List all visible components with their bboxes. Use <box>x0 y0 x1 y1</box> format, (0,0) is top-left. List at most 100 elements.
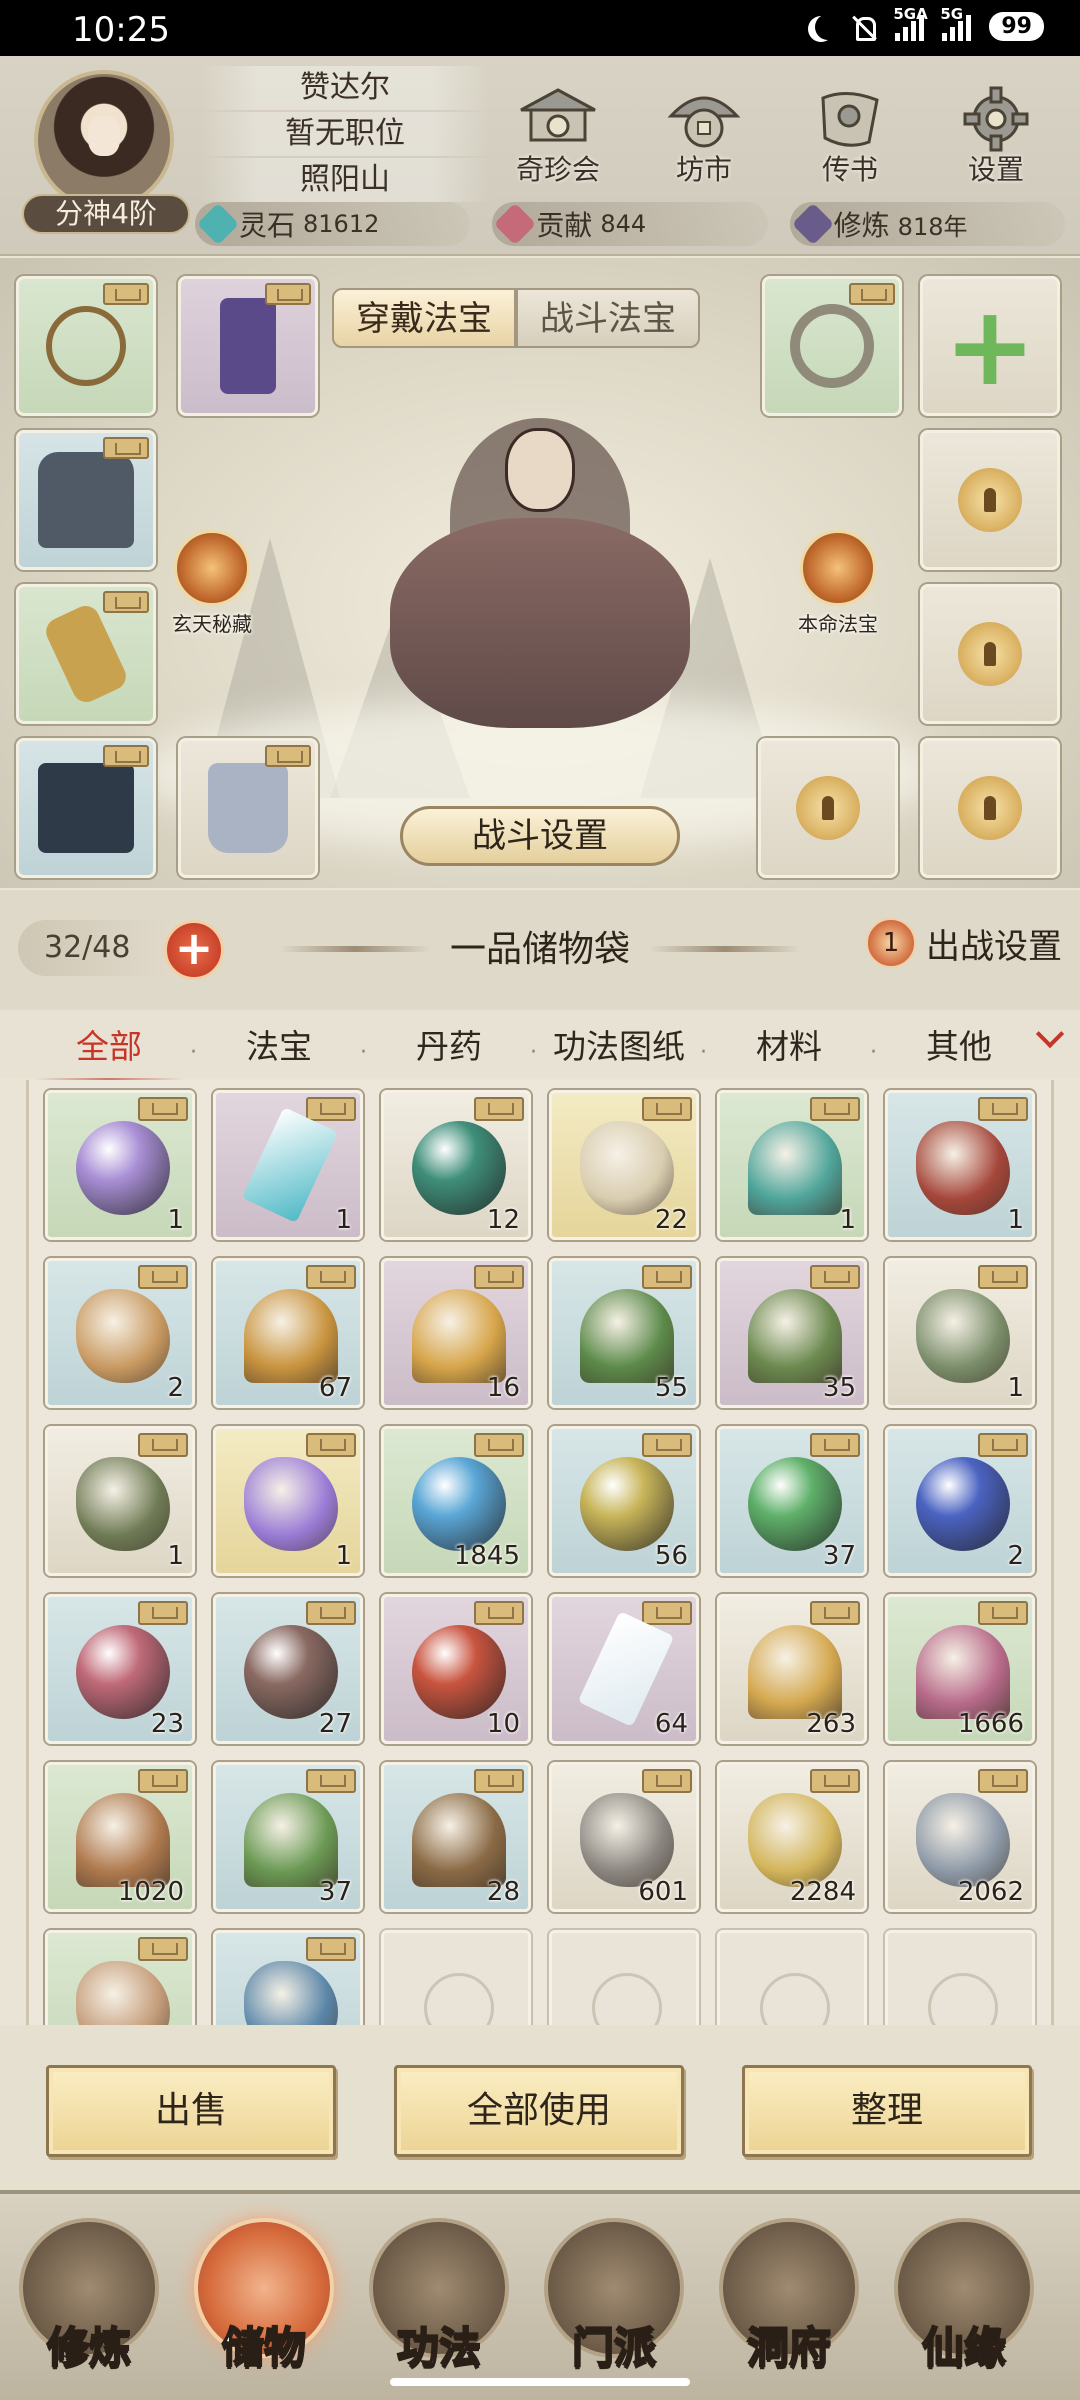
fire-orb-icon <box>412 1625 506 1719</box>
inventory-item[interactable]: 16 <box>381 1258 531 1408</box>
pink-orb-icon <box>76 1625 170 1719</box>
sortie-settings-button[interactable]: 1 出战设置 <box>866 918 1062 968</box>
equip-slot-gloves[interactable] <box>16 584 156 724</box>
inventory-item[interactable]: 1 <box>885 1090 1035 1240</box>
tab-battle-treasures[interactable]: 战斗法宝 <box>516 288 700 348</box>
use-all-button[interactable]: 全部使用 <box>394 2065 684 2157</box>
mail-button[interactable]: 传书 <box>790 84 910 188</box>
item-chest-tag-icon <box>642 1433 692 1457</box>
equip-slot-boots[interactable] <box>178 738 318 878</box>
empty-slot[interactable] <box>381 1930 531 2025</box>
nav-cave-abode[interactable]: 洞府 <box>714 2218 864 2388</box>
sell-button[interactable]: 出售 <box>46 2065 336 2157</box>
inventory-item[interactable]: 1666 <box>885 1594 1035 1744</box>
nav-cultivate[interactable]: 修炼 <box>14 2218 164 2388</box>
inventory-item[interactable]: 67 <box>213 1258 363 1408</box>
inventory-item[interactable] <box>213 1930 363 2025</box>
tab-other[interactable]: 其他 <box>874 1020 1044 1068</box>
avatar[interactable] <box>34 70 174 210</box>
sparkling-herb-icon <box>748 1289 842 1383</box>
empty-slot[interactable] <box>885 1930 1035 2025</box>
inventory-item[interactable]: 1 <box>885 1258 1035 1408</box>
tab-worn-treasures[interactable]: 穿戴法宝 <box>332 288 516 348</box>
inventory-item[interactable]: 2062 <box>885 1762 1035 1912</box>
equip-slot-armor[interactable] <box>16 430 156 570</box>
glowing-grass-icon <box>412 1289 506 1383</box>
item-quantity: 64 <box>654 1709 688 1739</box>
item-quantity: 10 <box>486 1709 520 1739</box>
inventory-item[interactable]: 263 <box>717 1594 867 1744</box>
category-tabs: 全部 · 法宝 · 丹药 · 功法图纸 · 材料 · 其他 <box>0 1010 1080 1086</box>
expand-bag-button[interactable]: + <box>164 920 224 980</box>
equip-slot-pants[interactable] <box>16 738 156 878</box>
inventory-item[interactable]: 37 <box>213 1762 363 1912</box>
contribution-resource[interactable]: 贡献 844 <box>492 202 768 246</box>
cultivation-resource[interactable]: 修炼 818年 <box>789 202 1065 246</box>
add-slot-button[interactable]: + <box>920 276 1060 416</box>
tab-all[interactable]: 全部 <box>24 1020 194 1086</box>
locked-slot-3[interactable] <box>758 738 898 878</box>
locked-slot-2[interactable] <box>920 584 1060 724</box>
robe-icon <box>220 298 276 394</box>
profile-info: 赞达尔 暂无职位 照阳山 <box>200 66 490 204</box>
tab-techniques[interactable]: 功法图纸 <box>534 1020 704 1068</box>
battle-settings-button[interactable]: 战斗设置 <box>400 806 680 866</box>
natal-treasure-button[interactable]: 本命法宝 <box>798 530 878 637</box>
inventory-item[interactable]: 2 <box>885 1426 1035 1576</box>
tab-pills[interactable]: 丹药 <box>364 1020 534 1068</box>
inventory-item[interactable]: 56 <box>549 1426 699 1576</box>
item-chest-tag-icon <box>138 1265 188 1289</box>
avatar-block[interactable]: 分神4阶 <box>12 70 190 234</box>
item-quantity: 2284 <box>789 1877 856 1907</box>
nav-fate[interactable]: 仙缘 <box>889 2218 1039 2388</box>
inventory-item[interactable]: 10 <box>381 1594 531 1744</box>
equip-slot-ring[interactable] <box>762 276 902 416</box>
equip-slot-robe-belt[interactable] <box>178 276 318 416</box>
item-quantity: 22 <box>654 1205 688 1235</box>
spirit-stone-resource[interactable]: 灵石 81612 <box>195 202 471 246</box>
nav-label: 储物 <box>221 2322 307 2373</box>
inventory-item[interactable]: 23 <box>45 1594 195 1744</box>
inventory-item[interactable]: 1 <box>45 1426 195 1576</box>
inventory-item[interactable]: 64 <box>549 1594 699 1744</box>
market-button[interactable]: 坊市 <box>644 84 764 188</box>
empty-slot[interactable] <box>717 1930 867 2025</box>
inventory-item[interactable]: 1845 <box>381 1426 531 1576</box>
empty-slot[interactable] <box>549 1930 699 2025</box>
inventory-item[interactable]: 1 <box>45 1090 195 1240</box>
inventory-item[interactable]: 35 <box>717 1258 867 1408</box>
locked-slot-1[interactable] <box>920 430 1060 570</box>
item-chest-tag-icon <box>306 1265 356 1289</box>
home-indicator[interactable] <box>390 2378 690 2386</box>
tab-treasures[interactable]: 法宝 <box>194 1020 364 1068</box>
inventory-item[interactable]: 55 <box>549 1258 699 1408</box>
locked-slot-4[interactable] <box>920 738 1060 878</box>
item-quantity: 1 <box>335 1541 352 1571</box>
inventory-item[interactable]: 22 <box>549 1090 699 1240</box>
settings-button[interactable]: 设置 <box>936 84 1056 188</box>
inventory-item[interactable]: 1020 <box>45 1762 195 1912</box>
inventory-item[interactable] <box>45 1930 195 2025</box>
inventory-item[interactable]: 27 <box>213 1594 363 1744</box>
inventory-item[interactable]: 2 <box>45 1258 195 1408</box>
player-name: 赞达尔 <box>200 66 490 110</box>
inventory-item[interactable]: 1 <box>717 1090 867 1240</box>
nav-storage[interactable]: 储物 <box>189 2218 339 2388</box>
tab-materials[interactable]: 材料 <box>704 1020 874 1068</box>
inventory-item[interactable]: 2284 <box>717 1762 867 1912</box>
nav-techniques[interactable]: 功法 <box>364 2218 514 2388</box>
inventory-item[interactable]: 12 <box>381 1090 531 1240</box>
inventory-panel[interactable]: 1 1 12 22 1 1 2 67 16 55 35 1 1 1 1845 56 37 2 23 27 10 64 263… <box>26 1080 1054 2025</box>
treasure-pavilion-button[interactable]: 奇珍会 <box>498 84 618 188</box>
inventory-item[interactable]: 37 <box>717 1426 867 1576</box>
sort-button[interactable]: 整理 <box>742 2065 1032 2157</box>
inventory-item[interactable]: 1 <box>213 1090 363 1240</box>
equip-slot-necklace[interactable] <box>16 276 156 416</box>
inventory-item[interactable]: 1 <box>213 1426 363 1576</box>
inventory-item[interactable]: 601 <box>549 1762 699 1912</box>
nav-label: 修炼 <box>46 2322 132 2373</box>
inventory-item[interactable]: 28 <box>381 1762 531 1912</box>
nav-sect[interactable]: 门派 <box>539 2218 689 2388</box>
mystic-vault-button[interactable]: 玄天秘藏 <box>172 530 252 637</box>
signal-5ga-icon: 5GA <box>893 5 928 41</box>
